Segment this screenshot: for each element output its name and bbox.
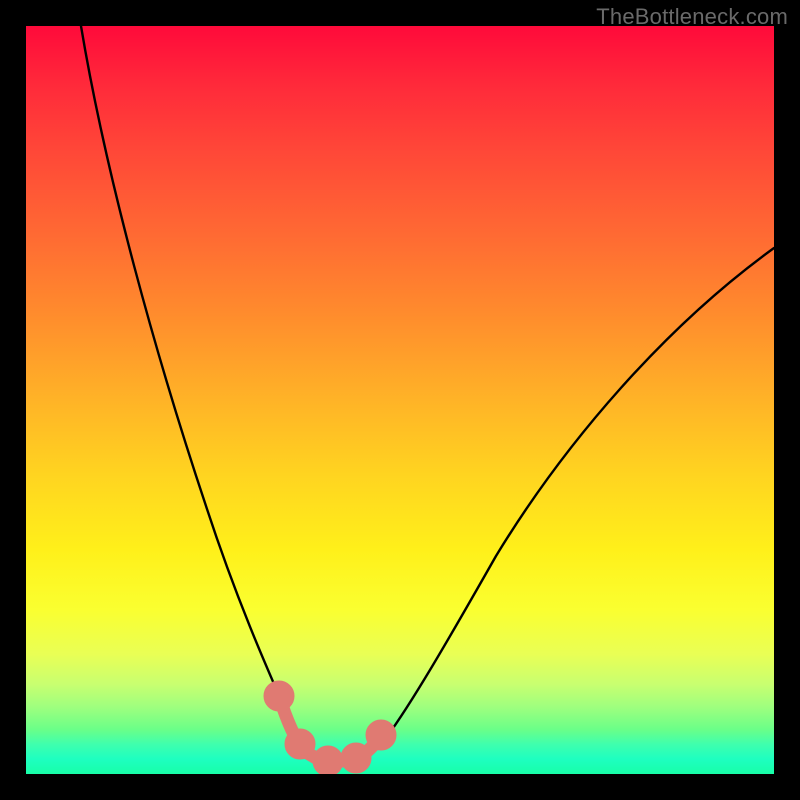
watermark-text: TheBottleneck.com	[596, 4, 788, 30]
curve-layer	[26, 26, 774, 774]
bottleneck-curve	[81, 26, 774, 762]
plot-area	[26, 26, 774, 774]
chart-frame: TheBottleneck.com	[0, 0, 800, 800]
highlight-low-zone	[270, 687, 390, 770]
